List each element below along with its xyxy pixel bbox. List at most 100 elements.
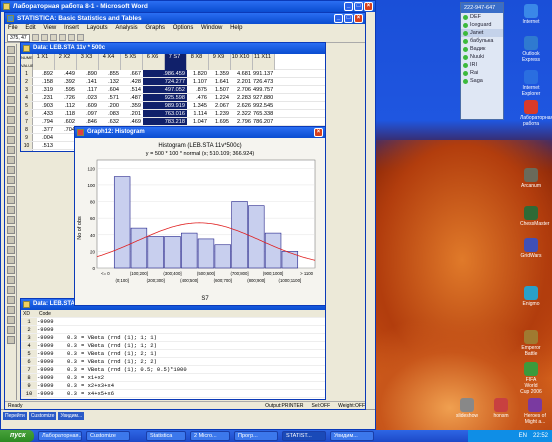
table-cell[interactable]: .231 — [33, 94, 55, 101]
tool-button[interactable] — [6, 166, 15, 174]
code-cell[interactable]: = VBeta (rnd (1); 1; 1) — [81, 334, 301, 341]
table-cell[interactable]: .433 — [33, 110, 55, 117]
code-row[interactable]: 8 -9999 0.3 = x1+x2 — [21, 374, 325, 382]
column-header[interactable]: 3 X3 — [77, 54, 99, 70]
contact-item[interactable]: DEF — [461, 13, 503, 21]
word-bottom-btn[interactable]: Customize — [28, 411, 57, 420]
code-cell[interactable]: -9999 — [37, 390, 67, 397]
table-cell[interactable]: .514 — [121, 86, 143, 93]
tool-button[interactable] — [6, 186, 15, 194]
table-cell[interactable]: .890 — [77, 70, 99, 77]
close-icon[interactable]: × — [354, 14, 363, 23]
table-cell[interactable]: .083 — [99, 110, 121, 117]
tool-button[interactable] — [6, 226, 15, 234]
code-cell[interactable]: = x6+x7 — [81, 398, 301, 399]
code-cell[interactable]: 0.3 — [67, 374, 81, 381]
tool-button[interactable] — [6, 66, 15, 74]
code-cell[interactable]: 1 — [21, 318, 37, 325]
table-cell[interactable]: 726.473 — [253, 78, 275, 85]
menu-window[interactable]: Window — [201, 25, 222, 31]
table-cell[interactable]: 1.359 — [209, 70, 231, 77]
table-cell[interactable]: .141 — [77, 78, 99, 85]
menu-insert[interactable]: Insert — [64, 25, 79, 31]
table-cell[interactable]: 783.218 — [143, 118, 187, 125]
menu-view[interactable]: View — [43, 25, 56, 31]
code-row[interactable]: 10 -9999 0.3 = x4+x5+x6 — [21, 390, 325, 398]
tool-button[interactable] — [6, 196, 15, 204]
code-cell[interactable] — [81, 326, 301, 333]
table-cell[interactable]: 765.338 — [253, 110, 275, 117]
code-cell[interactable]: -9999 — [37, 326, 67, 333]
table-cell[interactable]: 2.322 — [231, 110, 253, 117]
tool-button[interactable] — [6, 156, 15, 164]
statistica-titlebar[interactable]: STATISTICA: Basic Statistics and Tables … — [5, 13, 365, 24]
code-cell[interactable]: 0.3 — [67, 366, 81, 373]
outlook-express-icon[interactable]: Outlook Express — [520, 36, 542, 63]
column-header[interactable]: 5 X5 — [121, 54, 143, 70]
row-number[interactable]: 10 — [21, 142, 33, 149]
internet-explorer-icon[interactable]: Internet Explorer — [520, 70, 542, 97]
contact-item[interactable]: Rai — [461, 69, 503, 77]
table-cell[interactable]: .609 — [77, 102, 99, 109]
row-number[interactable]: 5 — [21, 102, 33, 109]
contact-item[interactable]: Iceguard — [461, 21, 503, 29]
tool-button[interactable] — [6, 306, 15, 314]
menu-file[interactable]: File — [8, 25, 18, 31]
code-cell[interactable]: 11 — [21, 398, 37, 399]
table-cell[interactable]: 1.107 — [187, 78, 209, 85]
code-row[interactable]: 5 -9999 0.3 = VBeta (rnd (1); 2; 1) — [21, 350, 325, 358]
tool-button[interactable] — [6, 206, 15, 214]
table-cell[interactable]: 2.067 — [209, 102, 231, 109]
code-cell[interactable] — [67, 326, 81, 333]
table-cell[interactable]: .201 — [121, 110, 143, 117]
chessmaster-icon[interactable]: ChessMaster — [520, 206, 549, 227]
table-cell[interactable]: 786.207 — [253, 118, 275, 125]
code-cell[interactable]: 0.3 — [67, 342, 81, 349]
minimize-icon[interactable]: _ — [344, 2, 353, 11]
code-cell[interactable]: 9 — [21, 382, 37, 389]
gridwars-icon[interactable]: GridWars — [520, 238, 542, 259]
contact-item[interactable]: Saga — [461, 77, 503, 85]
code-cell[interactable]: 0.3 — [67, 382, 81, 389]
column-header[interactable]: 2 X2 — [55, 54, 77, 70]
tool-button[interactable] — [6, 216, 15, 224]
contact-item[interactable]: Janet — [461, 29, 503, 37]
contact-item[interactable]: IRI — [461, 61, 503, 69]
word-bottom-btn[interactable]: Перейти — [3, 411, 27, 420]
table-cell[interactable]: 724.277 — [143, 78, 187, 85]
code-row[interactable]: 6 -9999 0.3 = VBeta (rnd (1); 2; 2) — [21, 358, 325, 366]
code-window[interactable]: Data: LEB.STA XD Code 1 -9999 2 -9999 3 -9999 0.… — [20, 298, 326, 400]
tool-button[interactable] — [6, 116, 15, 124]
code-cell[interactable]: = VBeta (rnd (1); 2; 2) — [81, 358, 301, 365]
tool-button[interactable] — [6, 46, 15, 54]
code-cell[interactable]: 2 — [21, 326, 37, 333]
code-cell[interactable]: = VBeta (rnd (1); 1; 2) — [81, 342, 301, 349]
table-cell[interactable]: 499.757 — [253, 86, 275, 93]
table-cell[interactable]: 992.545 — [253, 102, 275, 109]
table-cell[interactable]: 1.820 — [187, 70, 209, 77]
zoom-field[interactable]: 375, 47 — [7, 33, 30, 42]
code-cell[interactable]: -9999 — [37, 374, 67, 381]
start-button[interactable]: пуск — [0, 430, 34, 442]
table-cell[interactable]: .359 — [121, 102, 143, 109]
toolbar-button[interactable] — [76, 34, 84, 41]
table-cell[interactable]: .097 — [77, 110, 99, 117]
code-cell[interactable]: = x4+x5+x6 — [81, 390, 301, 397]
table-cell[interactable]: .903 — [33, 102, 55, 109]
table-cell[interactable]: 925.598 — [143, 94, 187, 101]
table-cell[interactable]: 2.283 — [231, 94, 253, 101]
graph-titlebar[interactable]: Graph12: Histogram × — [75, 127, 325, 138]
word-bottom-btn[interactable]: Увидим... — [58, 411, 85, 420]
code-cell[interactable]: 0.3 — [67, 358, 81, 365]
column-header[interactable]: 10 X10 — [231, 54, 253, 70]
code-cell[interactable]: 8 — [21, 374, 37, 381]
menu-layouts[interactable]: Layouts — [87, 25, 108, 31]
code-cell[interactable]: -9999 — [37, 334, 67, 341]
table-cell[interactable]: 4.681 — [231, 70, 253, 77]
contact-item[interactable]: бабулька — [461, 37, 503, 45]
column-header[interactable]: 11 X11 — [253, 54, 275, 70]
table-cell[interactable]: 2.201 — [231, 78, 253, 85]
graph-window[interactable]: Graph12: Histogram × Histogram (LEB.STA … — [74, 126, 326, 306]
heroes-icon[interactable]: Heroes of Might a... — [524, 398, 546, 425]
table-cell[interactable]: .476 — [187, 94, 209, 101]
